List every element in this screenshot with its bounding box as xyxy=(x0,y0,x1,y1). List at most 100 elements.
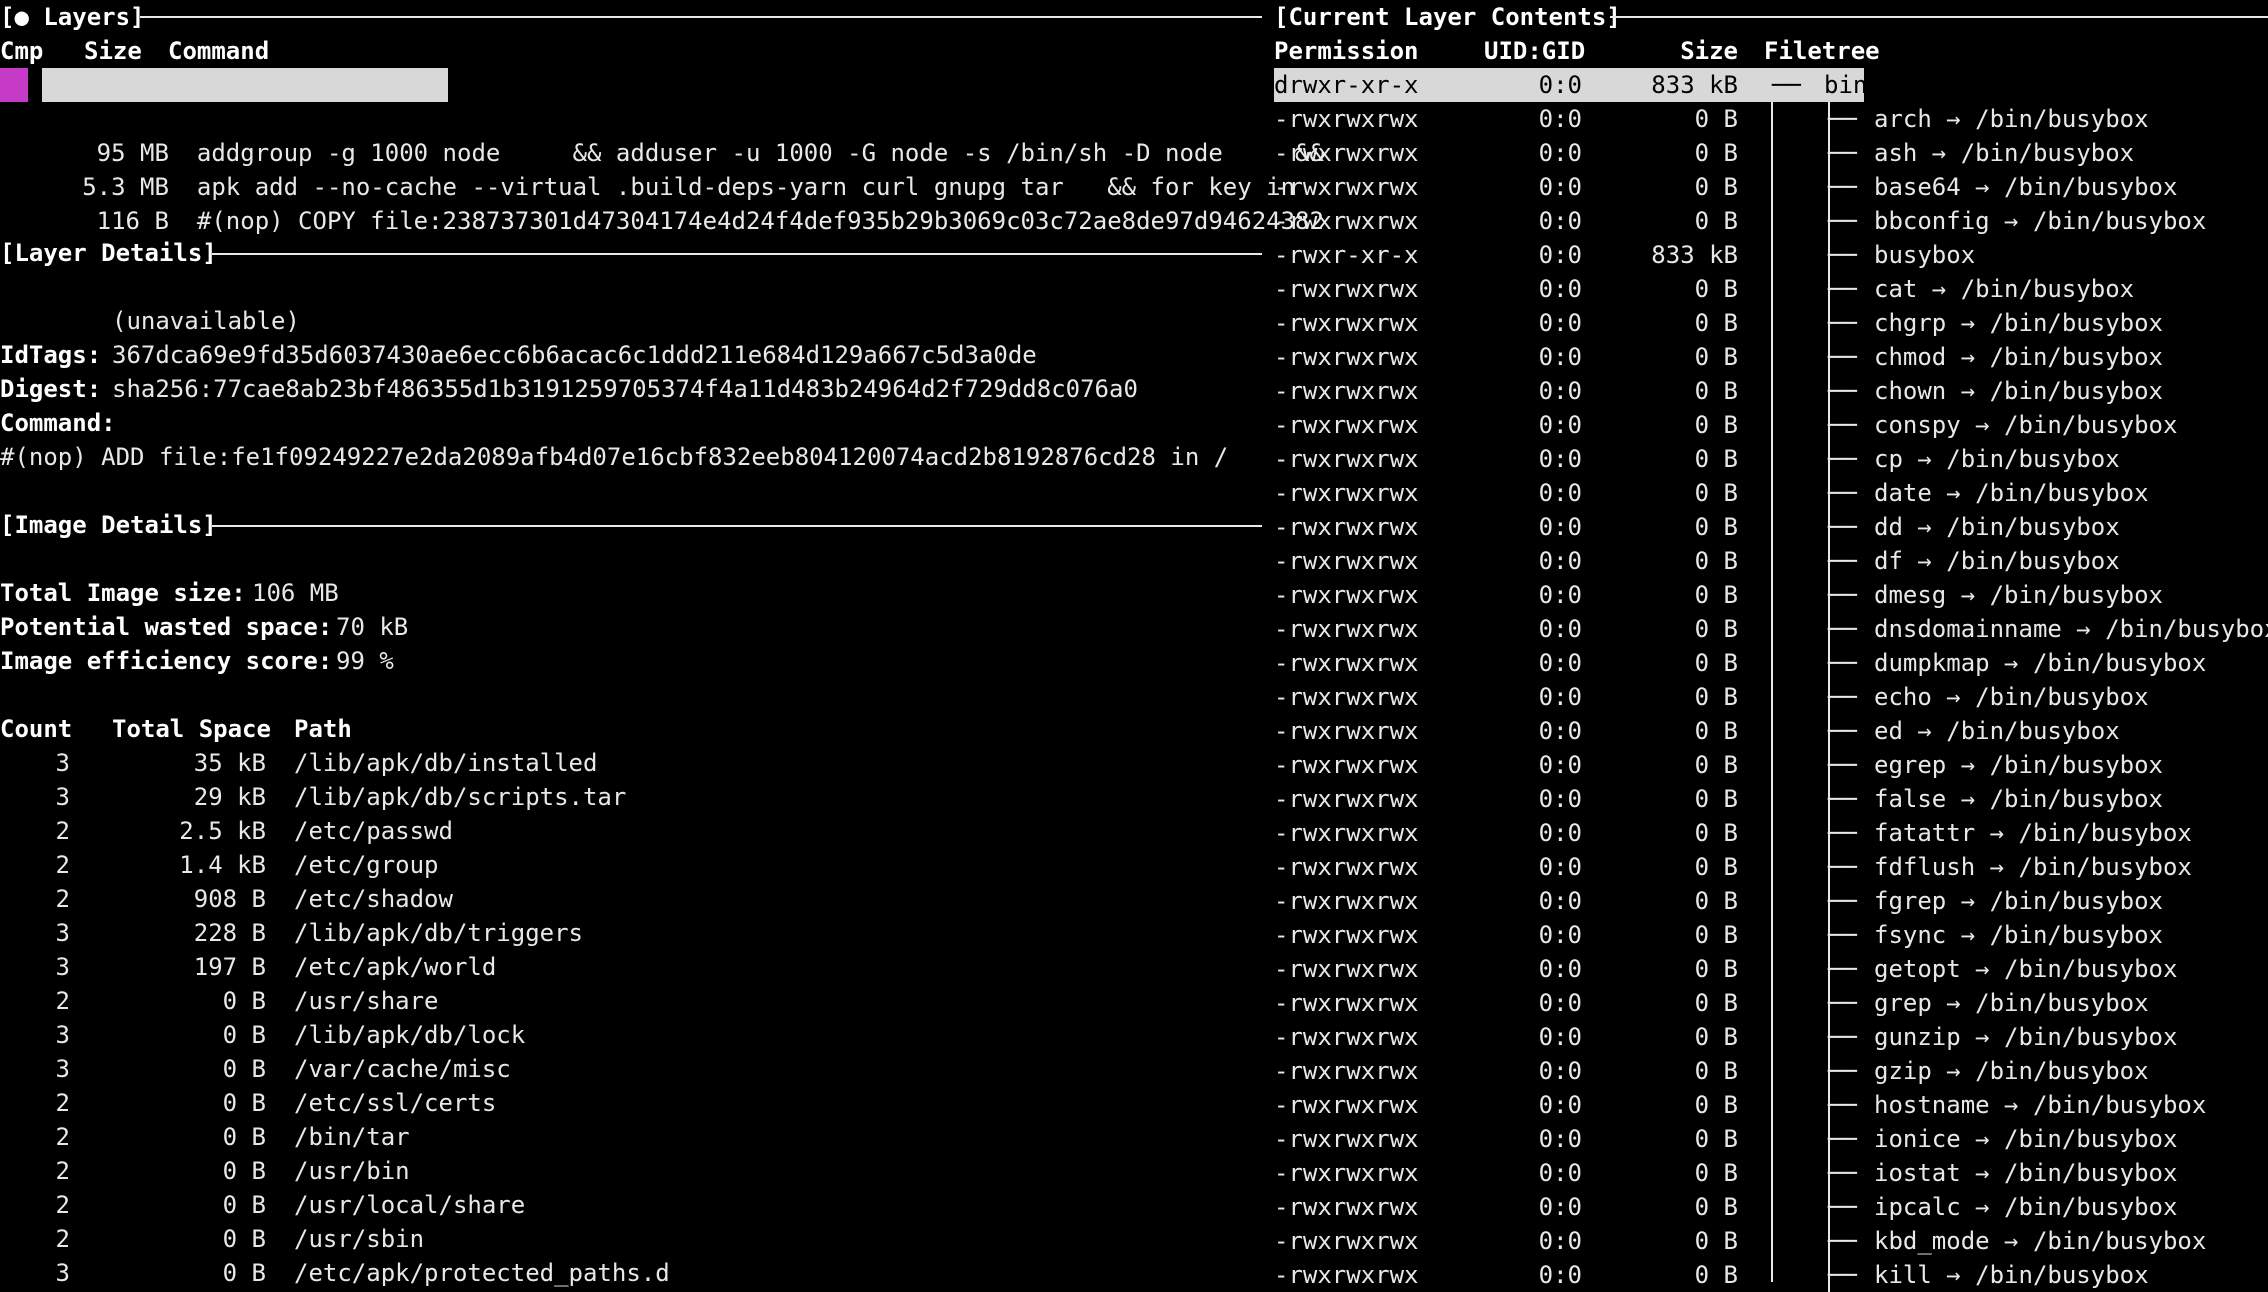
filetree-row[interactable]: -rwxrwxrwx 0:0 0 B ── ash → /bin/busybox xyxy=(1274,136,2268,170)
filetree-row[interactable]: -rwxrwxrwx 0:0 0 B ── false → /bin/busybox xyxy=(1274,782,2268,816)
file-name: conspy → /bin/busybox xyxy=(1874,411,2178,439)
tree-branch-icon: ── xyxy=(1828,479,1857,507)
layer-tags-line: Tags: xyxy=(0,304,101,369)
wasted-path: /usr/local/share xyxy=(294,1191,526,1219)
wasted-space: 1.4 kB xyxy=(179,851,266,879)
layer-row-selected[interactable]: 5.5 MB FROM 367dca69e9fd35d xyxy=(42,68,486,133)
digest-value: sha256:77cae8ab23bf486355d1b319125970537… xyxy=(112,375,1138,403)
file-size: 0 B xyxy=(1694,955,1738,983)
contents-col-size: Size xyxy=(1680,37,1738,65)
filetree-row[interactable]: -rwxrwxrwx 0:0 0 B ── echo → /bin/busybox xyxy=(1274,680,2268,714)
filetree-row[interactable]: -rwxrwxrwx 0:0 0 B ── dnsdomainname → /bin/b… xyxy=(1274,612,2268,646)
wasted-space: 0 B xyxy=(222,1055,266,1083)
filetree-child-line xyxy=(1828,204,1830,238)
filetree-row[interactable]: -rwxrwxrwx 0:0 0 B ── grep → /bin/busybox xyxy=(1274,986,2268,1020)
filetree-row[interactable]: -rwxrwxrwx 0:0 0 B ── hostname → /bin/busybo… xyxy=(1274,1088,2268,1122)
contents-col-permission: Permission xyxy=(1274,37,1419,65)
filetree-row[interactable]: -rwxrwxrwx 0:0 0 B ── base64 → /bin/busybox xyxy=(1274,170,2268,204)
wasted-path: /etc/ssl/certs xyxy=(294,1089,497,1117)
filetree-child-line xyxy=(1828,578,1830,612)
wasted-space: 0 B xyxy=(222,1259,266,1287)
layer-row[interactable]: 5.3 MB apk add --no-cache --virtual .buil… xyxy=(42,136,1295,201)
efficiency-label: Image efficiency score: xyxy=(0,647,333,675)
file-permission: -rwxrwxrwx xyxy=(1274,853,1419,881)
file-size: 0 B xyxy=(1694,1193,1738,1221)
wasted-file-row: 2 0 B/usr/share xyxy=(0,984,439,1018)
file-size: 0 B xyxy=(1694,1023,1738,1051)
filetree-row[interactable]: -rwxrwxrwx 0:0 0 B ── chgrp → /bin/busybox xyxy=(1274,306,2268,340)
filetree-row[interactable]: -rwxrwxrwx 0:0 0 B ── iostat → /bin/busybox xyxy=(1274,1156,2268,1190)
file-size: 0 B xyxy=(1694,445,1738,473)
filetree-child-line xyxy=(1828,1224,1830,1258)
wasted-file-row: 2 2.5 kB/etc/passwd xyxy=(0,814,453,848)
wasted-file-row: 2 908 B/etc/shadow xyxy=(0,882,453,916)
tree-branch-icon: ── xyxy=(1828,683,1857,711)
file-name: arch → /bin/busybox xyxy=(1874,105,2149,133)
file-name: gunzip → /bin/busybox xyxy=(1874,1023,2178,1051)
tree-branch-icon: ── xyxy=(1828,139,1857,167)
filetree-row[interactable]: -rwxrwxrwx 0:0 0 B ── df → /bin/busybox xyxy=(1274,544,2268,578)
file-name: dd → /bin/busybox xyxy=(1874,513,2120,541)
file-permission: -rwxrwxrwx xyxy=(1274,615,1419,643)
file-permission: -rwxr-xr-x xyxy=(1274,241,1419,269)
filetree-child-line xyxy=(1828,918,1830,952)
file-uidgid: 0:0 xyxy=(1538,1193,1582,1221)
filetree-row[interactable]: -rwxrwxrwx 0:0 0 B ── fatattr → /bin/busybox xyxy=(1274,816,2268,850)
filetree-row[interactable]: -rwxrwxrwx 0:0 0 B ── cp → /bin/busybox xyxy=(1274,442,2268,476)
col-count: Count xyxy=(0,715,73,743)
contents-panel-title: [Current Layer Contents] xyxy=(1274,3,1621,31)
file-uidgid: 0:0 xyxy=(1538,853,1582,881)
filetree-row[interactable]: -rwxrwxrwx 0:0 0 B ── kbd_mode → /bin/busybo… xyxy=(1274,1224,2268,1258)
filetree-row[interactable]: -rwxrwxrwx 0:0 0 B ── cat → /bin/busybox xyxy=(1274,272,2268,306)
file-uidgid: 0:0 xyxy=(1538,1057,1582,1085)
layer-row[interactable]: 95 MB addgroup -g 1000 node && adduser -u… xyxy=(42,102,1324,167)
filetree-row[interactable]: -rwxrwxrwx 0:0 0 B ── arch → /bin/busybox xyxy=(1274,102,2268,136)
wasted-count: 2 xyxy=(55,1225,70,1253)
file-permission: -rwxrwxrwx xyxy=(1274,547,1419,575)
wasted-path: /lib/apk/db/scripts.tar xyxy=(294,783,627,811)
filetree-row[interactable]: -rwxrwxrwx 0:0 0 B ── ed → /bin/busybox xyxy=(1274,714,2268,748)
file-uidgid: 0:0 xyxy=(1538,1227,1582,1255)
filetree-row[interactable]: -rwxrwxrwx 0:0 0 B ── kill → /bin/busybox xyxy=(1274,1258,2268,1292)
file-uidgid: 0:0 xyxy=(1538,377,1582,405)
file-uidgid: 0:0 xyxy=(1538,173,1582,201)
filetree-row[interactable]: -rwxrwxrwx 0:0 0 B ── getopt → /bin/busybox xyxy=(1274,952,2268,986)
filetree-row[interactable]: -rwxrwxrwx 0:0 0 B ── chown → /bin/busybox xyxy=(1274,374,2268,408)
tree-branch-icon: ── xyxy=(1828,1227,1857,1255)
wasted-file-row: 2 0 B/usr/sbin xyxy=(0,1222,425,1256)
layer-row[interactable]: 116 B #(nop) COPY file:238737301d47304174… xyxy=(42,170,1324,235)
layer-details-title: [Layer Details] xyxy=(0,239,217,267)
filetree-row[interactable]: -rwxrwxrwx 0:0 0 B ── ionice → /bin/busybox xyxy=(1274,1122,2268,1156)
file-uidgid: 0:0 xyxy=(1538,275,1582,303)
filetree-row[interactable]: -rwxrwxrwx 0:0 0 B ── fdflush → /bin/busybox xyxy=(1274,850,2268,884)
file-uidgid: 0:0 xyxy=(1538,139,1582,167)
file-permission: -rwxrwxrwx xyxy=(1274,1227,1419,1255)
file-uidgid: 0:0 xyxy=(1538,105,1582,133)
total-size-label: Total Image size: xyxy=(0,579,246,607)
wasted-count: 3 xyxy=(55,1021,70,1049)
file-name: iostat → /bin/busybox xyxy=(1874,1159,2178,1187)
file-name: false → /bin/busybox xyxy=(1874,785,2163,813)
filetree-row[interactable]: -rwxrwxrwx 0:0 0 B ── ipcalc → /bin/busybox xyxy=(1274,1190,2268,1224)
filetree-row[interactable]: -rwxrwxrwx 0:0 0 B ── bbconfig → /bin/busybo… xyxy=(1274,204,2268,238)
filetree-child-line xyxy=(1828,510,1830,544)
filetree-row[interactable]: -rwxrwxrwx 0:0 0 B ── fsync → /bin/busybox xyxy=(1274,918,2268,952)
wasted-path: /bin/tar xyxy=(294,1123,410,1151)
filetree-row[interactable]: -rwxrwxrwx 0:0 0 B ── dmesg → /bin/busybox xyxy=(1274,578,2268,612)
filetree-row[interactable]: -rwxrwxrwx 0:0 0 B ── chmod → /bin/busybox xyxy=(1274,340,2268,374)
file-name: bbconfig → /bin/busybox xyxy=(1874,207,2207,235)
filetree-row[interactable]: -rwxrwxrwx 0:0 0 B ── gzip → /bin/busybox xyxy=(1274,1054,2268,1088)
filetree-row[interactable]: -rwxrwxrwx 0:0 0 B ── gunzip → /bin/busybox xyxy=(1274,1020,2268,1054)
file-name: cat → /bin/busybox xyxy=(1874,275,2135,303)
filetree-row[interactable]: -rwxrwxrwx 0:0 0 B ── dd → /bin/busybox xyxy=(1274,510,2268,544)
filetree-row[interactable]: -rwxrwxrwx 0:0 0 B ── date → /bin/busybox xyxy=(1274,476,2268,510)
filetree-row-selected[interactable]: drwxr-xr-x 0:0 833 kB ── bin xyxy=(1274,68,1867,102)
filetree-row[interactable]: -rwxrwxrwx 0:0 0 B ── egrep → /bin/busybox xyxy=(1274,748,2268,782)
filetree-row[interactable]: -rwxr-xr-x 0:0 833 kB ── busybox xyxy=(1274,238,2268,272)
filetree-row[interactable]: -rwxrwxrwx 0:0 0 B ── fgrep → /bin/busybox xyxy=(1274,884,2268,918)
filetree-row[interactable]: -rwxrwxrwx 0:0 0 B ── conspy → /bin/busybox xyxy=(1274,408,2268,442)
file-uidgid: 0:0 xyxy=(1538,1159,1582,1187)
file-uidgid: 0:0 xyxy=(1538,581,1582,609)
filetree-row[interactable]: -rwxrwxrwx 0:0 0 B ── dumpkmap → /bin/busybo… xyxy=(1274,646,2268,680)
tree-branch-icon: ── xyxy=(1828,105,1857,133)
